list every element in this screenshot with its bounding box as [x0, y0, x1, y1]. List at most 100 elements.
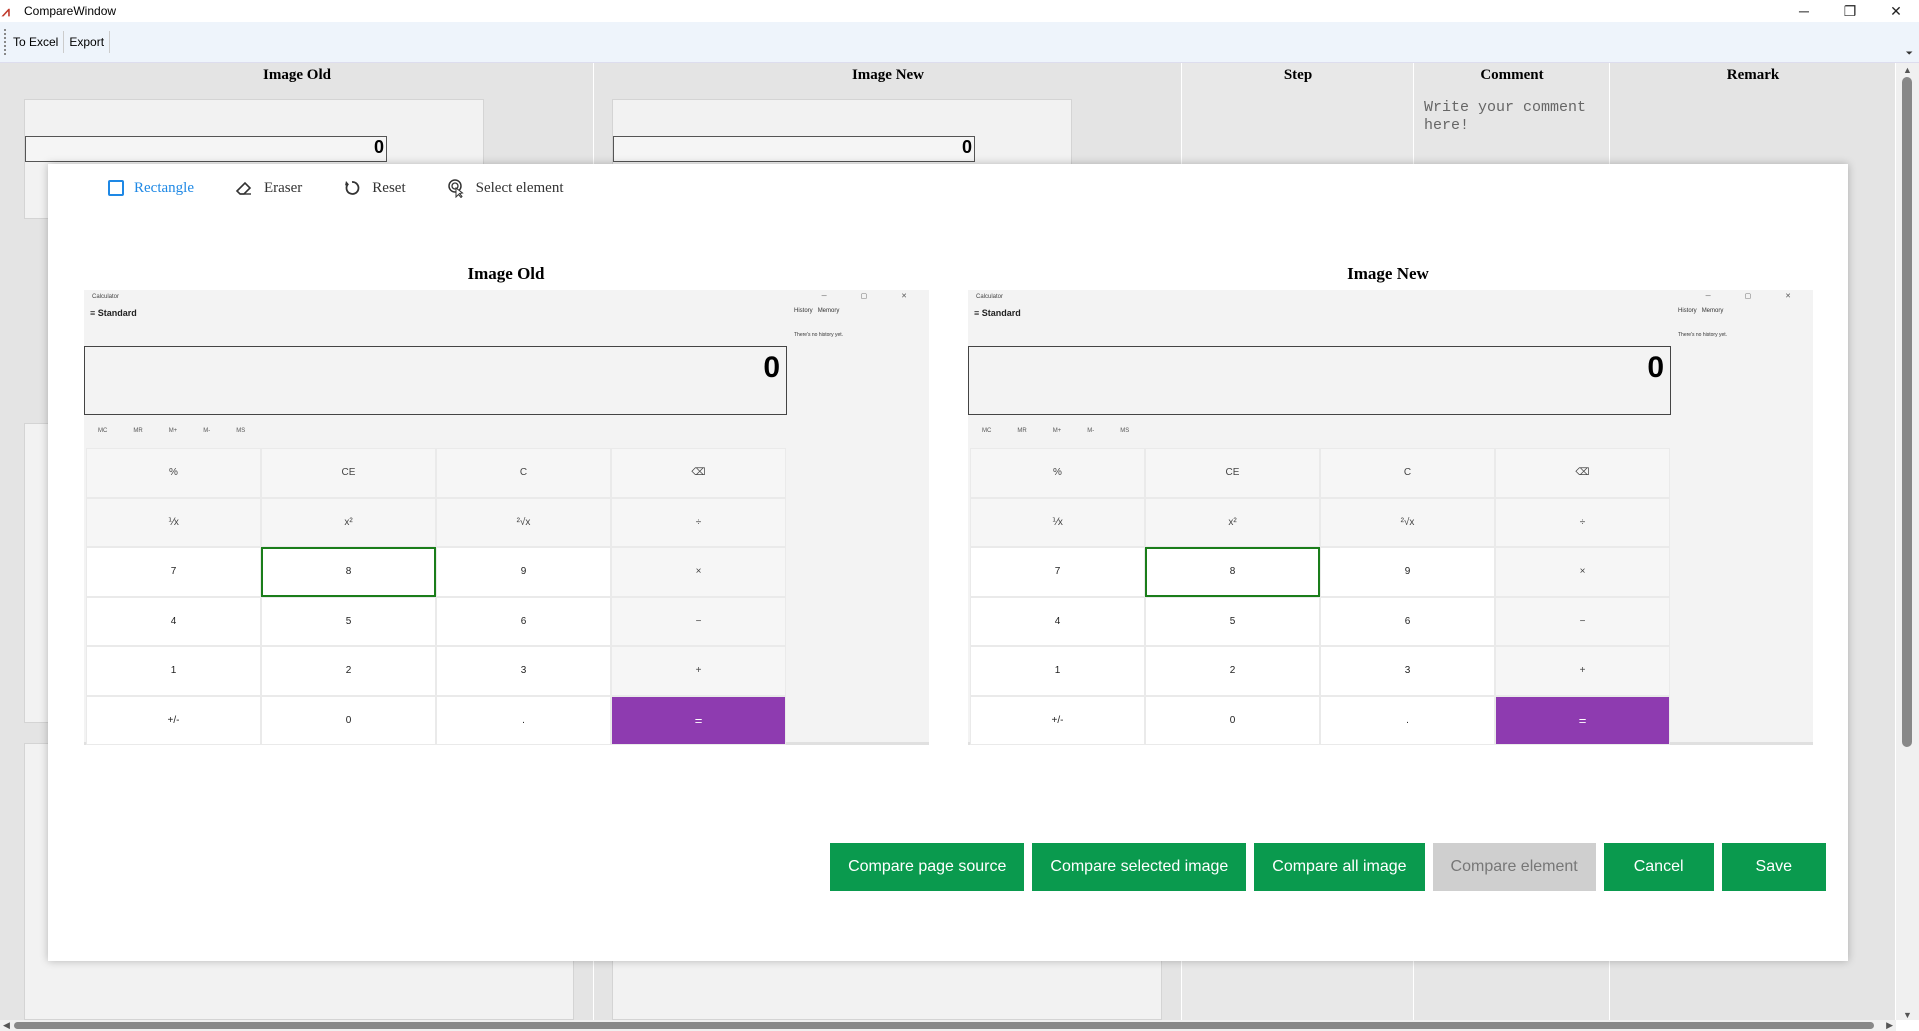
header-image-old: Image Old: [263, 67, 331, 83]
calc-history-empty: There's no history yet.: [1678, 332, 1728, 338]
header-comment: Comment: [1480, 67, 1544, 83]
calc-key: 6: [436, 596, 611, 646]
vertical-scrollbar[interactable]: ▲ ▼: [1896, 63, 1919, 1020]
reset-tool[interactable]: Reset: [342, 178, 406, 198]
calc-key: +: [1495, 646, 1670, 696]
calc-key: 0: [261, 695, 436, 745]
calc-key: ×: [1495, 547, 1670, 597]
calc-app-title: Calculator: [92, 294, 120, 300]
calc-key: 7: [86, 547, 261, 597]
calc-key: 4: [970, 596, 1145, 646]
window-controls: ─ ❐ ✕: [1781, 0, 1919, 22]
header-image-new: Image New: [851, 67, 925, 83]
panel-title-image-old: Image Old: [467, 264, 545, 283]
calc-mode-label: ≡ Standard: [90, 308, 137, 318]
window-title: CompareWindow: [24, 4, 117, 18]
dialog-actions: Compare page source Compare selected ima…: [830, 843, 1826, 891]
calc-key: 0: [1145, 695, 1320, 745]
compare-element-button[interactable]: Compare element: [1432, 843, 1596, 891]
toolbar-overflow-icon[interactable]: ⏷: [1906, 48, 1913, 59]
eraser-tool[interactable]: Eraser: [234, 178, 302, 198]
calc-key: 6: [1320, 596, 1495, 646]
calc-key: CE: [261, 448, 436, 498]
select-element-icon: [447, 179, 464, 198]
reset-icon: [345, 181, 360, 195]
compare-dialog: Rectangle Eraser Reset Select element Im…: [48, 164, 1848, 961]
calc-key: −: [1495, 596, 1670, 646]
calc-history-tabs: History Memory: [1678, 308, 1724, 314]
select-element-tool-label: Select element: [475, 179, 564, 196]
calc-key: +/-: [86, 695, 261, 745]
compare-all-image-button[interactable]: Compare all image: [1254, 843, 1425, 891]
calc-history-tabs: History Memory: [794, 308, 840, 314]
calc-key: +: [611, 646, 786, 696]
vertical-scroll-thumb[interactable]: [1902, 77, 1912, 747]
calc-key: 8: [261, 547, 436, 597]
calc-key: .: [436, 695, 611, 745]
rectangle-icon: [108, 180, 124, 196]
calc-key: 9: [436, 547, 611, 597]
calc-key: ⅟x: [970, 497, 1145, 547]
panel-title-image-new: Image New: [1347, 264, 1429, 283]
rectangle-tool-label: Rectangle: [134, 179, 194, 196]
scroll-down-icon[interactable]: ▼: [1903, 1010, 1912, 1020]
calc-key: ⅟x: [86, 497, 261, 547]
calc-key: ÷: [611, 497, 786, 547]
calc-key: ⌫: [611, 448, 786, 498]
calc-keypad: % CE C ⌫ ⅟x x² ²√x ÷ 7 8 9 × 4 5 6− 1 2 3 + +/- 0. =: [86, 448, 786, 745]
calc-key: 8: [1145, 547, 1320, 597]
maximize-button[interactable]: ❐: [1827, 0, 1873, 22]
calc-display: 0: [84, 346, 787, 415]
compare-selected-image-button[interactable]: Compare selected image: [1032, 843, 1247, 891]
scroll-left-icon[interactable]: ◀: [3, 1020, 10, 1031]
calc-key: ²√x: [1320, 497, 1495, 547]
calc-key: C: [1320, 448, 1495, 498]
calc-mode-label: ≡ Standard: [974, 308, 1021, 318]
calc-key: 2: [261, 646, 436, 696]
calc-key: −: [611, 596, 786, 646]
scroll-right-icon[interactable]: ▶: [1886, 1020, 1893, 1031]
calc-key: .: [1320, 695, 1495, 745]
calc-key: x²: [1145, 497, 1320, 547]
export-button[interactable]: Export: [64, 31, 111, 53]
rectangle-tool[interactable]: Rectangle: [108, 180, 194, 197]
minimize-button[interactable]: ─: [1781, 0, 1827, 22]
calc-key: 9: [1320, 547, 1495, 597]
calc-key: 1: [86, 646, 261, 696]
calc-key: =: [611, 695, 786, 745]
calc-key: ⌫: [1495, 448, 1670, 498]
calc-key: ×: [611, 547, 786, 597]
compare-page-source-button[interactable]: Compare page source: [830, 843, 1025, 891]
comment-field[interactable]: Write your comment here!: [1424, 99, 1604, 135]
select-element-tool[interactable]: Select element: [446, 178, 564, 198]
toolbar: To Excel Export ⏷: [0, 22, 1919, 63]
calc-key: 4: [86, 596, 261, 646]
calc-key: x²: [261, 497, 436, 547]
header-remark: Remark: [1726, 67, 1780, 83]
annotation-tools: Rectangle Eraser Reset Select element: [108, 178, 564, 198]
calc-window-controls: ─ ▢ ✕: [821, 293, 923, 300]
horizontal-scrollbar[interactable]: ◀ ▶: [0, 1020, 1896, 1031]
close-button[interactable]: ✕: [1873, 0, 1919, 22]
calc-window-controls: ─ ▢ ✕: [1705, 293, 1807, 300]
calc-app-title: Calculator: [976, 294, 1004, 300]
image-old-canvas[interactable]: Calculator ─ ▢ ✕ ≡ Standard History Memo…: [84, 290, 929, 745]
calc-key: 7: [970, 547, 1145, 597]
app-icon: ⩘: [2, 3, 10, 19]
to-excel-button[interactable]: To Excel: [8, 31, 65, 53]
thumbnail-display: 0: [613, 136, 975, 162]
horizontal-scroll-thumb[interactable]: [14, 1022, 1874, 1029]
cancel-button[interactable]: Cancel: [1603, 843, 1714, 891]
thumbnail-display: 0: [25, 136, 387, 162]
scroll-up-icon[interactable]: ▲: [1903, 65, 1912, 75]
calc-key: =: [1495, 695, 1670, 745]
calc-key: 5: [1145, 596, 1320, 646]
calc-key: 3: [436, 646, 611, 696]
calc-key: C: [436, 448, 611, 498]
save-button[interactable]: Save: [1721, 843, 1826, 891]
calc-key: ²√x: [436, 497, 611, 547]
calc-key: 3: [1320, 646, 1495, 696]
eraser-tool-label: Eraser: [263, 179, 303, 196]
image-new-canvas[interactable]: Calculator ─ ▢ ✕ ≡ Standard History Memo…: [968, 290, 1813, 745]
calc-key: 5: [261, 596, 436, 646]
